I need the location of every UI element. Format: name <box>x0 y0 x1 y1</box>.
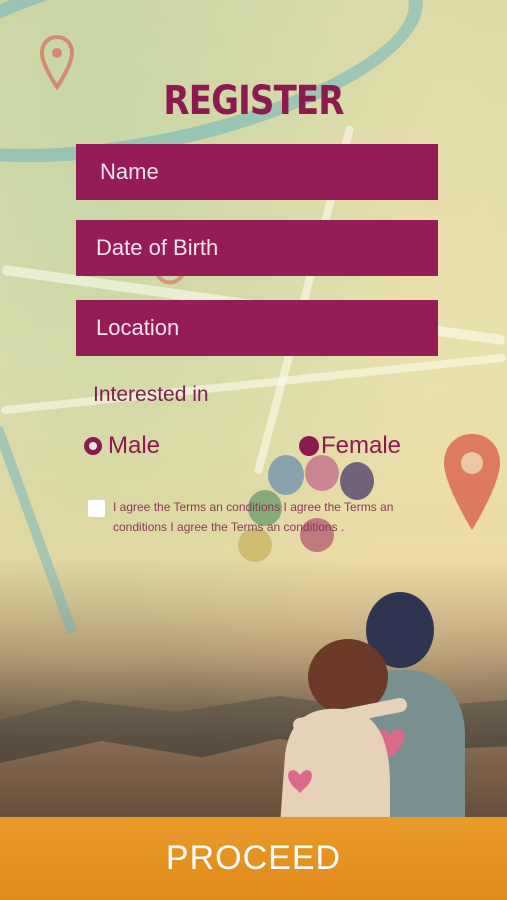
name-placeholder: Name <box>100 159 159 184</box>
page-title: REGISTER <box>163 78 344 124</box>
interested-in-label: Interested in <box>93 383 209 406</box>
map-pin-icon <box>444 434 500 530</box>
checkbox-icon[interactable] <box>88 500 105 517</box>
couple-illustration <box>280 592 465 825</box>
balloon-decoration <box>305 455 339 491</box>
gender-option-label: Female <box>321 432 402 459</box>
radio-selected-icon <box>84 437 102 455</box>
name-field[interactable]: Name <box>76 144 438 200</box>
gender-radio-male[interactable]: Male <box>84 432 160 460</box>
gender-radio-female[interactable]: Female <box>299 432 401 460</box>
gender-option-label: Male <box>108 432 161 459</box>
radio-unselected-icon <box>299 436 319 456</box>
balloon-decoration <box>340 462 374 500</box>
date-of-birth-placeholder: Date of Birth <box>96 235 219 260</box>
date-of-birth-field[interactable]: Date of Birth <box>76 220 438 276</box>
balloon-decoration <box>268 455 304 495</box>
proceed-button[interactable]: PROCEED <box>0 817 507 900</box>
terms-agreement: I agree the Terms an conditions I agree … <box>88 497 448 537</box>
terms-text: I agree the Terms an conditions I agree … <box>113 500 394 534</box>
proceed-button-label: PROCEED <box>165 839 342 877</box>
location-field[interactable]: Location <box>76 300 438 356</box>
location-placeholder: Location <box>96 315 180 340</box>
